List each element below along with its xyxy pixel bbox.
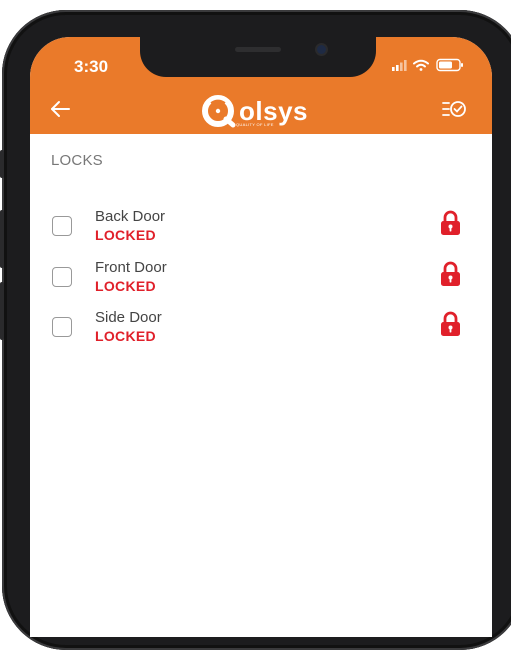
padlock-locked-icon[interactable] <box>440 210 461 236</box>
lock-name: Side Door <box>95 309 162 326</box>
signal-icon <box>392 60 407 71</box>
back-arrow-icon[interactable] <box>48 97 72 121</box>
phone-side-button <box>0 150 4 178</box>
speaker-grille <box>235 47 281 52</box>
front-camera <box>317 45 326 54</box>
logo-q-mark-icon <box>202 95 236 128</box>
wifi-icon <box>413 59 429 71</box>
lock-checkbox[interactable] <box>52 317 72 337</box>
padlock-locked-icon[interactable] <box>440 261 461 287</box>
lock-status: LOCKED <box>95 278 156 294</box>
select-all-icon[interactable] <box>441 98 467 120</box>
phone-screen: 3:30 olsys QUALITY OF LIFE LOCKS Back Do… <box>30 37 492 637</box>
phone-volume-up-button <box>0 210 4 268</box>
battery-icon <box>436 58 463 72</box>
lock-name: Back Door <box>95 208 166 225</box>
lock-checkbox[interactable] <box>52 267 72 287</box>
phone-notch <box>140 37 376 77</box>
logo-tagline: QUALITY OF LIFE <box>236 122 274 127</box>
lock-name: Front Door <box>95 259 167 276</box>
status-time: 3:30 <box>74 57 109 76</box>
status-icons <box>392 58 463 72</box>
lock-item-front-door[interactable]: Front Door LOCKED <box>30 255 492 303</box>
lock-item-side-door[interactable]: Side Door LOCKED <box>30 305 492 353</box>
padlock-locked-icon[interactable] <box>440 311 461 337</box>
lock-item-back-door[interactable]: Back Door LOCKED <box>30 204 492 252</box>
qolsys-logo: olsys QUALITY OF LIFE <box>202 91 308 131</box>
lock-checkbox[interactable] <box>52 216 72 236</box>
phone-volume-down-button <box>0 282 4 340</box>
lock-status: LOCKED <box>95 328 156 344</box>
lock-status: LOCKED <box>95 227 156 243</box>
app-header: 3:30 olsys QUALITY OF LIFE <box>30 37 492 134</box>
section-title-locks: LOCKS <box>51 152 103 169</box>
